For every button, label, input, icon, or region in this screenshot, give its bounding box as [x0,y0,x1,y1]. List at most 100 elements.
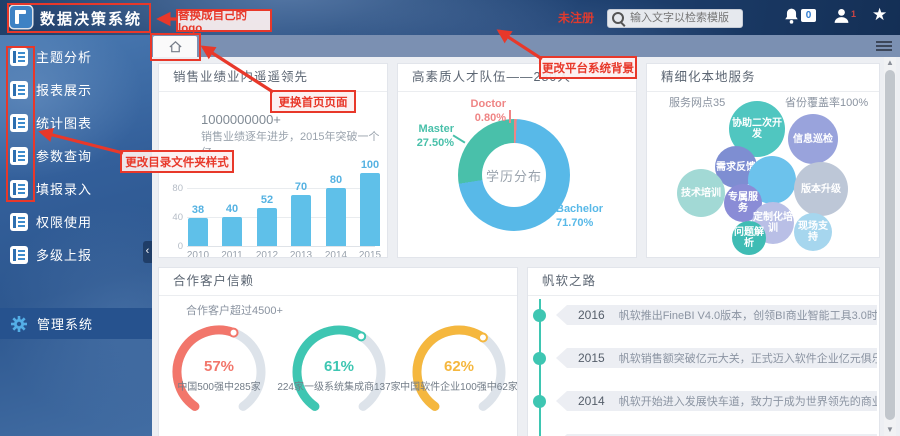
timeline-text: 帆软推出FineBI V4.0版本，创领BI商业智能工具3.0时代 [618,310,877,322]
timeline-year: 2016 [578,308,605,322]
bar-value-label: 70 [294,181,308,193]
report-folder-icon [10,212,28,231]
sidebar-item-label: 参数查询 [36,149,93,164]
report-folder-icon [10,179,28,198]
sidebar-item-label: 多级上报 [36,248,93,263]
gauge-label: 中国软件企业100强中62家 [400,382,518,393]
sidebar-item-label: 管理系统 [37,317,94,332]
x-axis-label: 2011 [221,250,243,258]
app-logo-icon [10,6,32,28]
tab-bar [152,35,900,57]
menu-icon[interactable] [876,41,892,51]
service-stat-right: 省份覆盖率100% [785,97,869,109]
sidebar-item-4[interactable]: 参数查询 [0,139,152,172]
panel-customers-title: 合作客户信赖 [159,268,517,296]
panel-customers: 合作客户信赖 合作客户超过4500+ 57% 中国500强中285家 61% 224家… [158,267,518,436]
timeline-item-2015: 2015 帆软销售额突破亿元大关，正式迈入软件企业亿元俱乐部行列 [556,348,877,368]
scrollbar-up-arrow[interactable]: ▲ [884,57,896,69]
leader-line-master [452,134,466,144]
user-count: 1 [851,9,857,19]
timeline-text: 帆软开始进入发展快车道，致力于成为世界领先的商业智能和数据分析平台提供商 [618,396,877,408]
scrollbar-down-arrow[interactable]: ▼ [884,424,896,436]
timeline-item-2014: 2014 帆软开始进入发展快车道，致力于成为世界领先的商业智能和数据分析平台提供商 [556,391,877,411]
panel-timeline: 帆软之路 2016 帆软推出FineBI V4.0版本，创领BI商业智能工具3.0… [527,267,880,436]
gauge-percent: 62% [443,358,475,375]
bubble-版本升级: 版本升级 [794,162,848,216]
timeline-item-2016: 2016 帆软推出FineBI V4.0版本，创领BI商业智能工具3.0时代 [556,305,877,325]
bar-value-label: 52 [260,194,274,206]
timeline-dot [533,395,546,408]
sidebar-item-7[interactable]: 多级上报 [0,238,152,271]
app-title: 数据决策系统 [40,11,143,28]
sales-subtitle: 销售业绩逐年进步，2015年突破一个亿 [201,131,380,159]
gauge-3: 62% 中国软件企业100强中62家 [384,322,518,436]
header-bar: 数据决策系统 未注册 0 1 ★ [0,0,900,35]
sidebar-item-3[interactable]: 统计图表 [0,106,152,139]
bar-value-label: 100 [360,159,380,171]
sidebar-collapse-handle[interactable]: ‹ [143,241,152,263]
bar-2011 [222,217,242,246]
report-folder-icon [10,47,28,66]
search-icon [612,12,624,24]
sidebar-item-admin[interactable]: 管理系统 [0,308,152,339]
sidebar-item-label: 主题分析 [36,50,93,65]
donut-label-bachelor: Bachelor 71.70% [556,203,604,229]
sidebar-item-label: 统计图表 [36,116,93,131]
bar-2015 [360,173,380,246]
scrollbar-thumb[interactable] [885,70,895,420]
panel-sales-title: 销售业绩业内遥遥领先 [159,64,387,92]
timeline-text: 帆软销售额突破亿元大关，正式迈入软件企业亿元俱乐部行列 [618,353,877,365]
app-window: ▲ ▼ 销售业绩业内遥遥领先 1000000000+ 销售业绩逐年进步，2015… [0,0,900,436]
x-axis-label: 2015 [358,250,382,258]
favorite-star-icon[interactable]: ★ [872,5,887,25]
bar-value-label: 40 [225,203,239,215]
gridline [187,188,375,189]
gridline [187,246,375,247]
donut-center-label: 学历分布 [482,143,546,207]
timeline-dot [533,309,546,322]
donut-label-doctor: Doctor 0.80% [470,98,506,124]
sidebar: 主题分析报表展示统计图表参数查询填报录入权限使用多级上报 管理系统 [0,35,152,436]
panel-sales: 销售业绩业内遥遥领先 1000000000+ 销售业绩逐年进步，2015年突破一… [158,63,388,258]
report-folder-icon [10,80,28,99]
x-axis-label: 2010 [186,250,210,258]
bubble-问题解析: 问题解析 [732,221,766,255]
template-search [607,8,743,28]
sidebar-item-1[interactable]: 主题分析 [0,40,152,73]
bar-2014 [326,188,346,246]
bubble-信息巡检: 信息巡检 [788,114,838,164]
sidebar-item-label: 填报录入 [36,182,93,197]
y-axis-tick: 80 [172,183,183,194]
notification-badge: 0 [801,9,816,22]
sales-bar-chart: 0 40 80 38 2010 40 2011 52 2012 70 2013 80 2014 100 20… [159,159,387,258]
panel-talent: 高素质人才队伍——280人 学历分布 Doctor 0.80% Master 2… [397,63,637,258]
user-icon[interactable] [833,7,850,25]
sidebar-item-2[interactable]: 报表展示 [0,73,152,106]
gridline [187,217,375,218]
bar-2013 [291,195,311,246]
panel-service: 精细化本地服务 服务网点35 省份覆盖率100% 协助二次开发 信息巡检 需求反馈技… [646,63,880,258]
bar-2010 [188,218,208,246]
bar-value-label: 80 [329,174,343,186]
home-icon [168,40,182,52]
bubble-技术培训: 技术培训 [677,169,725,217]
sidebar-item-6[interactable]: 权限使用 [0,205,152,238]
sidebar-item-5[interactable]: 填报录入 [0,172,152,205]
y-axis-tick: 40 [172,212,183,223]
sidebar-item-label: 权限使用 [36,215,93,230]
timeline-year: 2014 [578,394,605,408]
tab-home[interactable] [153,36,197,57]
panel-service-title: 精细化本地服务 [647,64,879,92]
sales-stat: 1000000000+ [201,112,281,127]
customers-subtitle: 合作客户超过4500+ [186,305,283,317]
y-axis-tick: 0 [177,241,183,252]
report-folder-icon [10,245,28,264]
search-input[interactable] [607,8,743,28]
service-stat-left: 服务网点35 [669,97,726,109]
unregistered-watermark: 未注册 [558,11,595,25]
gear-icon [11,315,27,332]
bubble-现场支持: 现场支持 [794,213,832,251]
bell-icon[interactable] [783,7,800,25]
panel-timeline-title: 帆软之路 [528,268,879,296]
panel-talent-title: 高素质人才队伍——280人 [398,64,636,92]
